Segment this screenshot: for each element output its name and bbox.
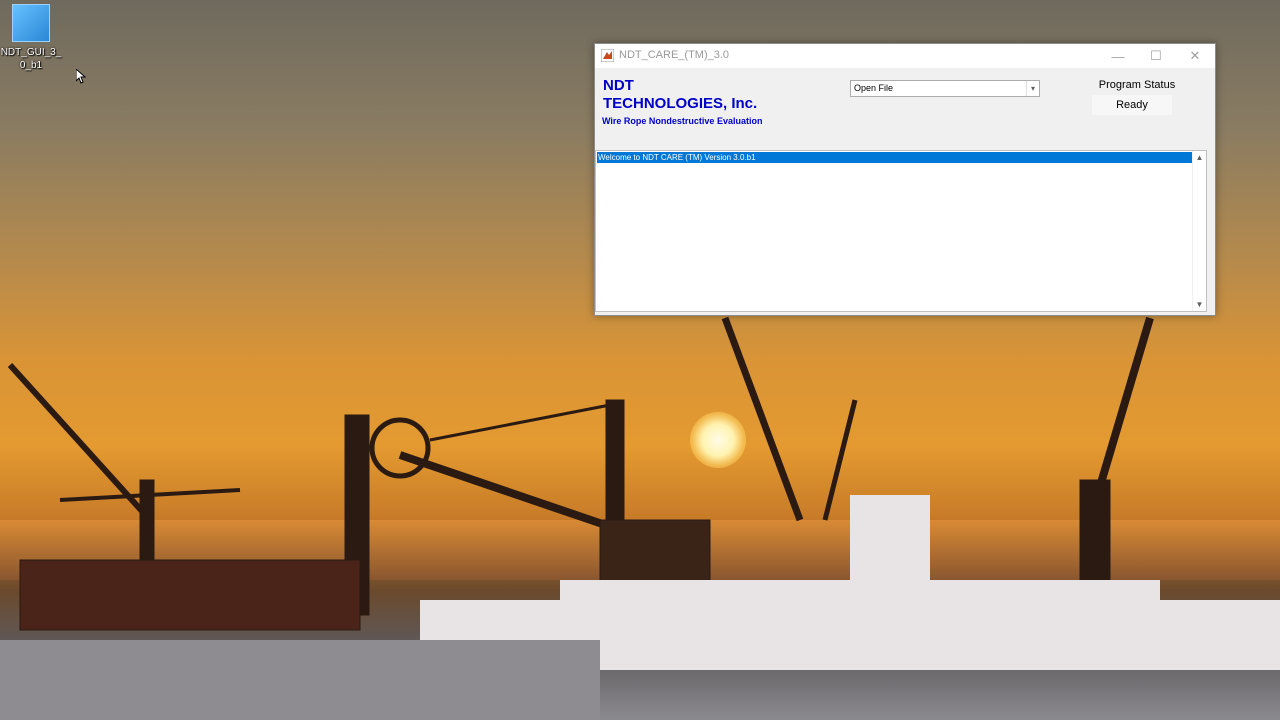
- application-icon: [12, 4, 50, 42]
- close-button[interactable]: ✕: [1176, 44, 1214, 68]
- maximize-button[interactable]: ☐: [1137, 44, 1175, 68]
- company-name: NDT TECHNOLOGIES, Inc.: [603, 77, 757, 113]
- scroll-down-icon[interactable]: ▼: [1193, 298, 1206, 311]
- company-name-line1: NDT: [603, 77, 634, 94]
- chevron-down-icon[interactable]: ▾: [1026, 81, 1039, 96]
- window-titlebar[interactable]: NDT_CARE_(TM)_3.0 — ☐ ✕: [595, 44, 1215, 68]
- close-icon: ✕: [1189, 48, 1201, 63]
- mouse-cursor-icon: [76, 69, 86, 84]
- file-action-dropdown[interactable]: Open File ▾: [850, 80, 1040, 97]
- desktop-shortcut-label: NDT_GUI_3_0_b1: [0, 47, 62, 71]
- listbox-scrollbar[interactable]: ▲ ▼: [1192, 151, 1206, 311]
- program-status-label: Program Status: [1098, 79, 1176, 91]
- log-entry[interactable]: Welcome to NDT CARE (TM) Version 3.0.b1: [597, 152, 1194, 163]
- desktop-wallpaper: NDT_GUI_3_0_b1 NDT_CARE_(TM)_3.0 — ☐ ✕ N…: [0, 0, 1280, 720]
- company-tagline: Wire Rope Nondestructive Evaluation: [602, 116, 763, 126]
- company-name-line2: TECHNOLOGIES, Inc.: [603, 95, 758, 112]
- minimize-icon: —: [1111, 48, 1125, 64]
- scroll-up-icon[interactable]: ▲: [1193, 151, 1206, 164]
- minimize-button[interactable]: —: [1099, 44, 1137, 68]
- window-client-area: NDT TECHNOLOGIES, Inc. Wire Rope Nondest…: [595, 68, 1215, 315]
- program-status-value: Ready: [1092, 95, 1172, 115]
- maximize-icon: ☐: [1150, 48, 1162, 63]
- message-log-listbox[interactable]: Welcome to NDT CARE (TM) Version 3.0.b1 …: [595, 150, 1207, 312]
- app-window: NDT_CARE_(TM)_3.0 — ☐ ✕ NDT TECHNOLOGIES…: [594, 43, 1216, 316]
- dropdown-selected-value: Open File: [854, 83, 894, 93]
- matlab-app-icon: [601, 49, 614, 62]
- desktop-shortcut-ndt-gui[interactable]: NDT_GUI_3_0_b1: [0, 4, 62, 72]
- window-title: NDT_CARE_(TM)_3.0: [619, 49, 730, 61]
